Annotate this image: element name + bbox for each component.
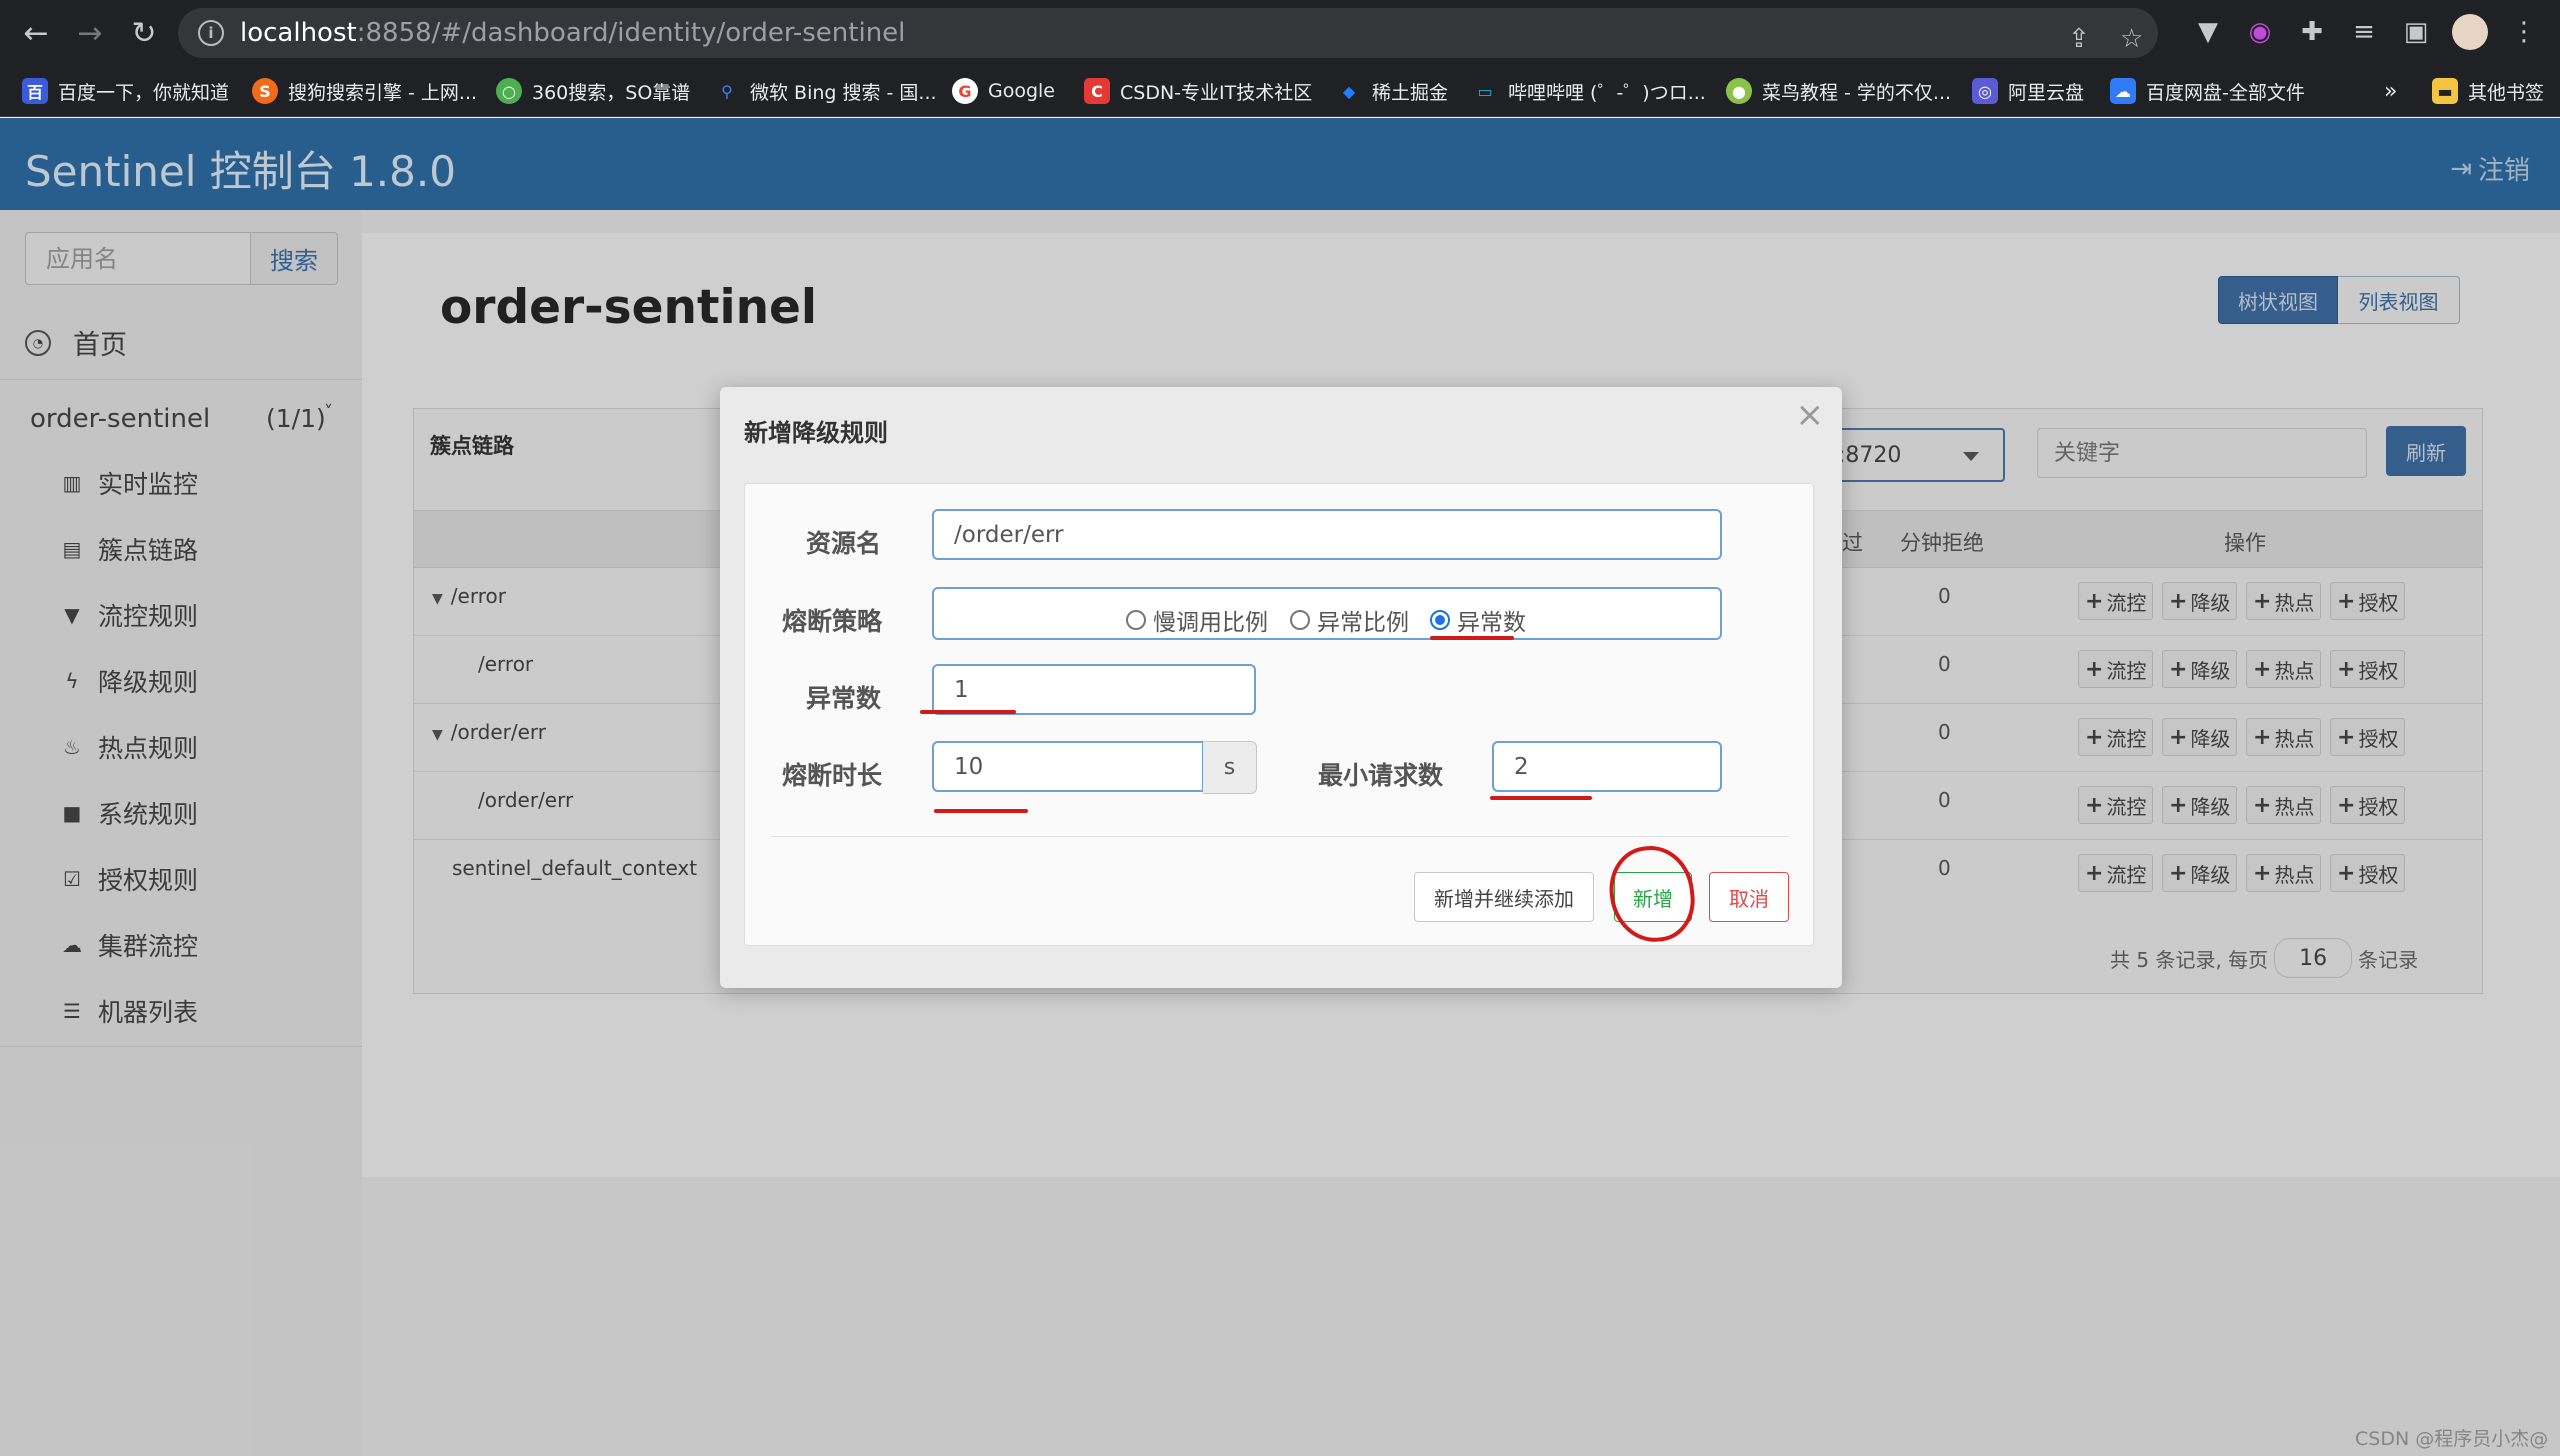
bookmark-item[interactable]: ▭ 哔哩哔哩 (゜-゜)つロ... xyxy=(1472,65,1706,117)
add-and-continue-button[interactable]: 新增并继续添加 xyxy=(1414,872,1594,922)
url-host: localhost xyxy=(240,18,357,48)
bookmark-item[interactable]: S 搜狗搜索引擎 - 上网... xyxy=(252,65,477,117)
bookmark-label: 菜鸟教程 - 学的不仅... xyxy=(1762,81,1952,104)
bookmark-star-icon[interactable]: ☆ xyxy=(2120,24,2143,54)
url-path: :8858/#/dashboard/identity/order-sentine… xyxy=(356,18,906,48)
bookmark-label: 微软 Bing 搜索 - 国... xyxy=(750,81,937,104)
strategy-radio-group: 慢调用比例 异常比例 异常数 xyxy=(932,587,1722,640)
duration-unit: s xyxy=(1203,741,1257,794)
side-panel-icon[interactable]: ▣ xyxy=(2398,14,2434,50)
other-bookmarks[interactable]: ▬ 其他书签 xyxy=(2432,65,2544,117)
bookmark-item[interactable]: G Google xyxy=(952,65,1055,117)
bookmark-item[interactable]: ○ 360搜索，SO靠谱 xyxy=(496,65,690,117)
duration-label: 熔断时长 xyxy=(782,761,883,790)
bookmark-label: 阿里云盘 xyxy=(2008,81,2085,104)
folder-icon: ▬ xyxy=(2432,78,2458,104)
bookmark-label: 360搜索，SO靠谱 xyxy=(532,81,691,104)
bookmark-item[interactable]: C CSDN-专业IT技术社区 xyxy=(1084,65,1312,117)
bookmark-label: 哔哩哔哩 (゜-゜)つロ... xyxy=(1508,81,1706,104)
bookmark-item[interactable]: ◆ 稀土掘金 xyxy=(1336,65,1448,117)
radio-checked-icon[interactable] xyxy=(1430,610,1450,630)
bookmarks-overflow-button[interactable]: » xyxy=(2384,65,2397,117)
dialog-divider xyxy=(770,836,1790,837)
baidu-icon: 百 xyxy=(22,78,48,104)
other-bookmarks-label: 其他书签 xyxy=(2468,81,2545,104)
google-icon: G xyxy=(952,78,978,104)
strategy-label: 熔断策略 xyxy=(782,607,883,636)
so360-icon: ○ xyxy=(496,78,522,104)
bookmark-label: 稀土掘金 xyxy=(1372,81,1449,104)
sogou-icon: S xyxy=(252,78,278,104)
extension-vue-icon[interactable]: ▼ xyxy=(2190,14,2226,50)
radio-label: 异常比例 xyxy=(1317,610,1409,636)
bookmark-item[interactable]: ● 菜鸟教程 - 学的不仅... xyxy=(1726,65,1951,117)
bookmark-item[interactable]: ⚲ 微软 Bing 搜索 - 国... xyxy=(714,65,937,117)
address-bar[interactable]: i localhost:8858/#/dashboard/identity/or… xyxy=(178,8,2158,58)
browser-menu-icon[interactable]: ⋮ xyxy=(2506,14,2542,50)
close-icon[interactable]: × xyxy=(1796,395,1825,435)
annotation-underline xyxy=(934,809,1028,813)
radio-label: 异常数 xyxy=(1457,610,1526,636)
back-icon[interactable]: ← xyxy=(8,5,64,61)
profile-avatar[interactable] xyxy=(2452,14,2488,50)
share-icon[interactable]: ⇪ xyxy=(2068,24,2090,54)
bookmark-item[interactable]: ◎ 阿里云盘 xyxy=(1972,65,2084,117)
bookmark-label: Google xyxy=(988,80,1056,102)
csdn-icon: C xyxy=(1084,78,1110,104)
cancel-button[interactable]: 取消 xyxy=(1709,872,1789,922)
bookmarks-bar: 百百度一下，你就知道 S 搜狗搜索引擎 - 上网... ○ 360搜索，SO靠谱 ⚲… xyxy=(0,65,2560,117)
bookmark-item[interactable]: 百百度一下，你就知道 xyxy=(22,65,229,117)
extension-purple-icon[interactable]: ◉ xyxy=(2242,14,2278,50)
radio-label: 慢调用比例 xyxy=(1153,610,1268,636)
radio-slow-ratio[interactable]: 慢调用比例 xyxy=(1126,603,1268,637)
bookmark-label: CSDN-专业IT技术社区 xyxy=(1120,81,1313,104)
radio-circle-icon[interactable] xyxy=(1126,610,1146,630)
annotation-underline xyxy=(1490,796,1592,800)
exception-count-label: 异常数 xyxy=(806,684,882,713)
bookmark-label: 搜狗搜索引擎 - 上网... xyxy=(288,81,478,104)
min-request-input[interactable]: 2 xyxy=(1492,741,1722,792)
site-info-icon[interactable]: i xyxy=(198,20,224,46)
resource-name-label: 资源名 xyxy=(806,529,882,558)
browser-toolbar: ← → ↻ i localhost:8858/#/dashboard/ident… xyxy=(0,0,2560,65)
bing-search-icon: ⚲ xyxy=(721,81,733,101)
radio-error-ratio[interactable]: 异常比例 xyxy=(1290,603,1409,637)
radio-error-count[interactable]: 异常数 xyxy=(1430,603,1526,637)
bookmark-label: 百度网盘-全部文件 xyxy=(2146,81,2305,104)
exception-count-input[interactable]: 1 xyxy=(932,664,1256,715)
reading-list-icon[interactable]: ≡ xyxy=(2346,14,2382,50)
baidu-pan-icon: ☁ xyxy=(2110,78,2136,104)
juejin-icon: ◆ xyxy=(1342,81,1356,101)
bookmark-label: 百度一下，你就知道 xyxy=(58,81,230,104)
bookmark-item[interactable]: ☁ 百度网盘-全部文件 xyxy=(2110,65,2305,117)
annotation-underline xyxy=(1430,636,1514,640)
dialog-title: 新增降级规则 xyxy=(744,419,888,447)
forward-icon[interactable]: → xyxy=(62,5,118,61)
min-request-label: 最小请求数 xyxy=(1318,761,1444,790)
annotation-underline xyxy=(920,710,1016,714)
duration-input[interactable]: 10 xyxy=(932,741,1204,792)
extensions-puzzle-icon[interactable]: ✚ xyxy=(2294,14,2330,50)
radio-circle-icon[interactable] xyxy=(1290,610,1310,630)
aliyun-drive-icon: ◎ xyxy=(1972,78,1998,104)
bilibili-icon: ▭ xyxy=(1477,81,1493,101)
resource-name-input[interactable]: /order/err xyxy=(932,509,1722,560)
runoob-icon: ● xyxy=(1726,78,1752,104)
reload-icon[interactable]: ↻ xyxy=(116,5,172,61)
